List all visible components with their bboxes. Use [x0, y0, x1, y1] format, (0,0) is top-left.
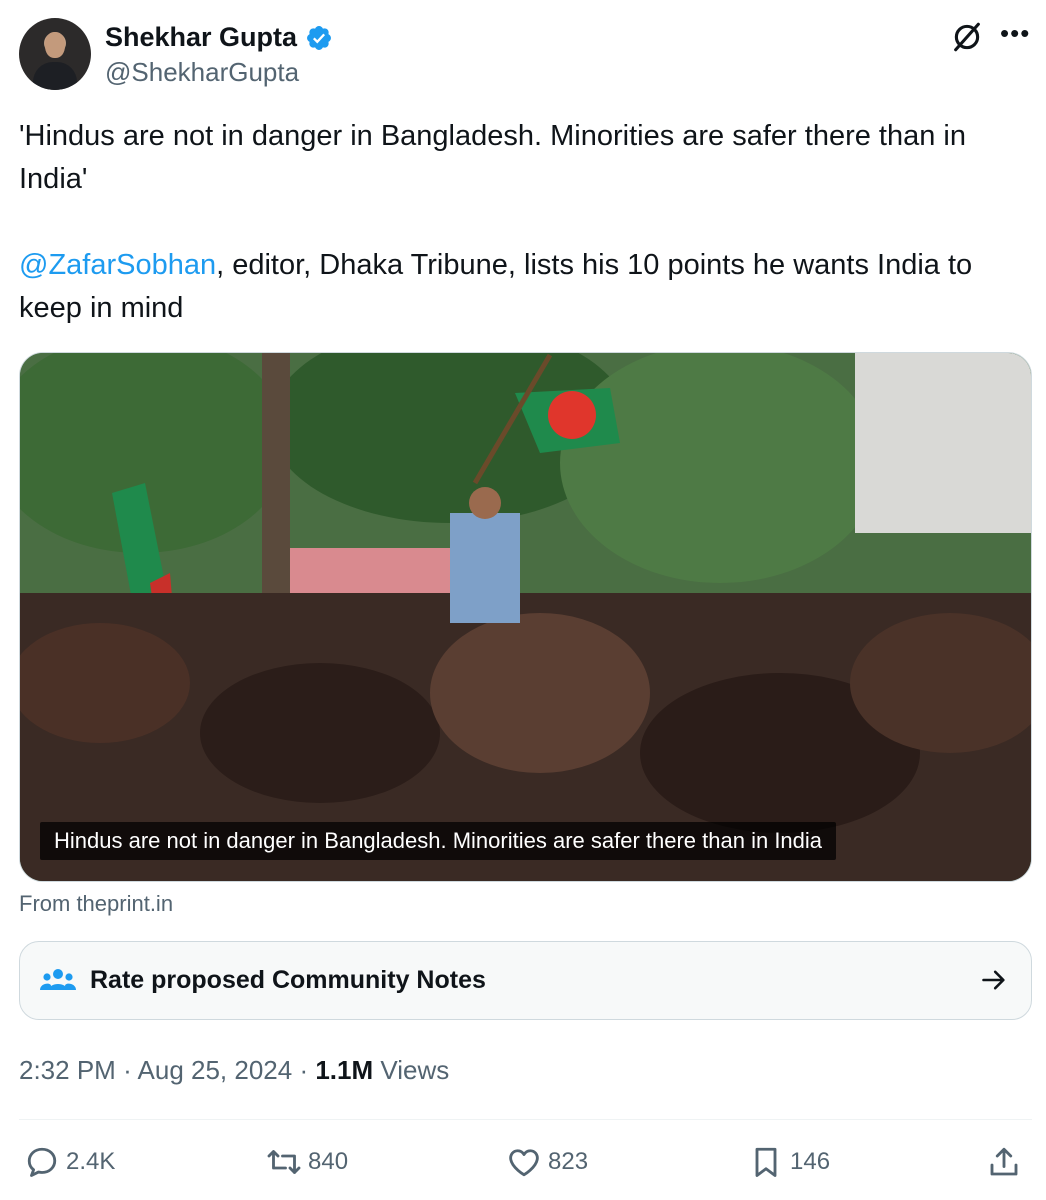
community-notes-label: Rate proposed Community Notes [90, 966, 486, 994]
reply-icon [27, 1147, 57, 1177]
author-handle[interactable]: @ShekharGupta [105, 56, 299, 88]
repost-count: 840 [308, 1148, 349, 1175]
share-icon [990, 1147, 1018, 1176]
verified-badge-icon [307, 26, 331, 50]
views-count: 1.1M [315, 1055, 374, 1085]
protest-photo [20, 353, 1031, 881]
arrow-right-icon [982, 970, 1005, 990]
tweet-meta: 2:32 PM · Aug 25, 2024 · 1.1M Views [19, 1055, 450, 1085]
divider [19, 1119, 1032, 1120]
author-name[interactable]: Shekhar Gupta [105, 20, 297, 54]
reply-count: 2.4K [66, 1148, 116, 1175]
media-caption: Hindus are not in danger in Bangladesh. … [40, 822, 837, 860]
bookmark-icon [755, 1147, 777, 1177]
heart-icon [509, 1149, 539, 1177]
link-source[interactable]: From theprint.in [19, 890, 173, 918]
bookmark-count: 146 [790, 1148, 831, 1175]
avatar[interactable] [19, 18, 91, 90]
people-icon [40, 969, 76, 990]
repost-icon [267, 1150, 301, 1174]
grok-icon[interactable] [950, 20, 984, 54]
tweet-body: @ZafarSobhan, editor, Dhaka Tribune, lis… [19, 244, 1019, 330]
more-icon[interactable]: ••• [1000, 18, 1030, 48]
bookmark-button[interactable]: 146 [748, 1142, 830, 1182]
tweet-quote: 'Hindus are not in danger in Bangladesh.… [19, 120, 966, 195]
tweet-date[interactable]: Aug 25, 2024 [138, 1055, 293, 1085]
views-label: Views [380, 1055, 450, 1085]
mention-link[interactable]: @ZafarSobhan [19, 249, 216, 281]
share-button[interactable] [986, 1142, 1028, 1182]
media-image[interactable] [19, 352, 1032, 882]
repost-button[interactable]: 840 [266, 1142, 348, 1182]
reply-button[interactable]: 2.4K [24, 1142, 115, 1182]
like-button[interactable]: 823 [506, 1142, 588, 1182]
tweet-time[interactable]: 2:32 PM [19, 1055, 116, 1085]
like-count: 823 [548, 1148, 589, 1175]
tweet-text: 'Hindus are not in danger in Bangladesh.… [19, 115, 1019, 330]
